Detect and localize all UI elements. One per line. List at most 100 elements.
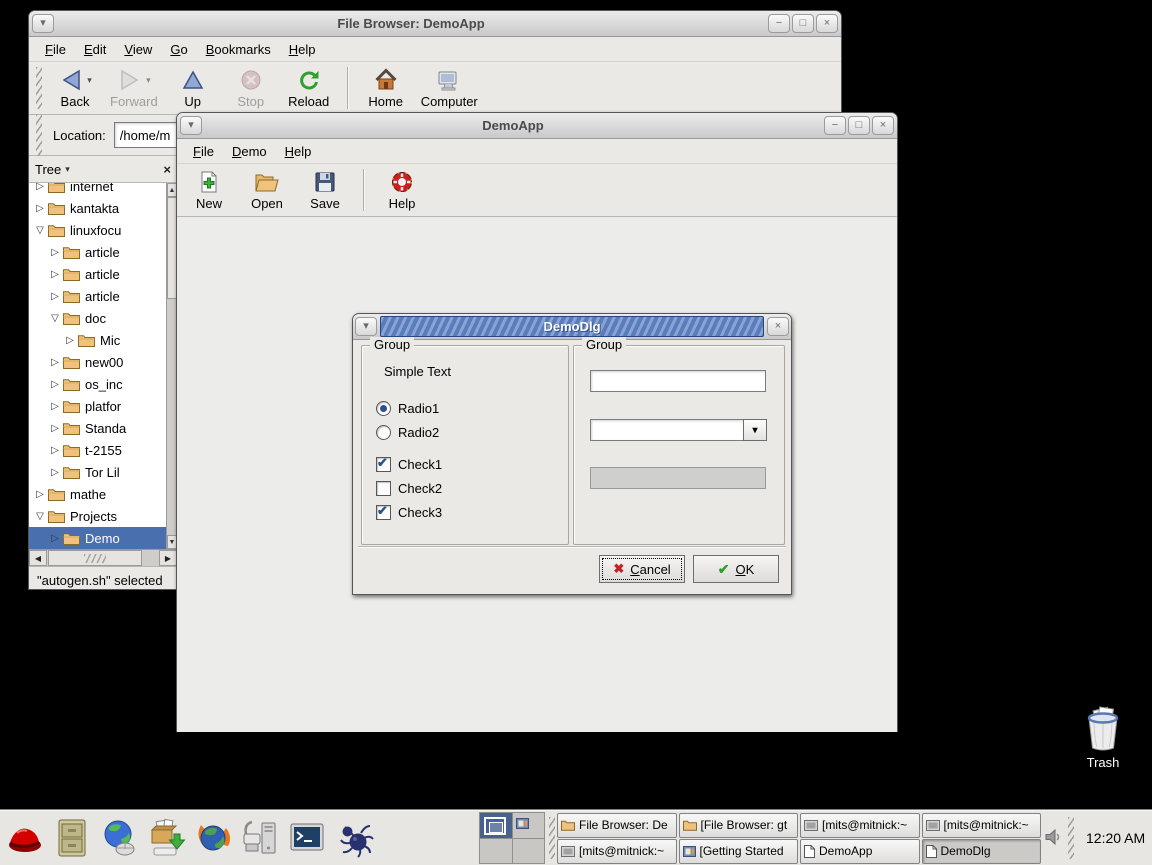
hardware-config-launcher-icon[interactable] [239, 815, 281, 861]
window-menu-icon[interactable]: ▾ [180, 116, 202, 135]
expander-collapsed-icon[interactable]: ▷ [48, 269, 62, 280]
taskbar-window-button[interactable]: [mits@mitnick:~ [800, 813, 920, 838]
checkbox-check2[interactable]: Check2 [376, 478, 442, 498]
expander-collapsed-icon[interactable]: ▷ [48, 379, 62, 390]
fb-menu-help[interactable]: Help [281, 40, 324, 59]
expander-collapsed-icon[interactable]: ▷ [63, 335, 77, 346]
da-save-button[interactable]: Save [297, 168, 353, 213]
radio-radio1[interactable]: Radio1 [376, 398, 439, 418]
tree-item[interactable]: ▷article [29, 285, 177, 307]
checkbox-check3[interactable]: ✔Check3 [376, 502, 442, 522]
demodlg-titlebar[interactable]: ▾ DemoDlg × [353, 314, 791, 340]
expander-expanded-icon[interactable]: ▽ [33, 511, 47, 522]
clock[interactable]: 12:20 AM [1086, 811, 1145, 865]
combo-entry[interactable] [590, 419, 744, 441]
tree-item[interactable]: ▷article [29, 241, 177, 263]
scroll-right-icon[interactable]: ▶ [159, 550, 177, 566]
file-manager-launcher-icon[interactable] [51, 815, 93, 861]
da-help-button[interactable]: Help [374, 168, 430, 213]
radio-radio2[interactable]: Radio2 [376, 422, 439, 442]
ok-button[interactable]: ✔ OK [693, 555, 779, 583]
expander-collapsed-icon[interactable]: ▷ [48, 291, 62, 302]
window-menu-icon[interactable]: ▾ [32, 14, 54, 33]
fb-menu-file[interactable]: File [37, 40, 74, 59]
expander-collapsed-icon[interactable]: ▷ [48, 357, 62, 368]
expander-expanded-icon[interactable]: ▽ [48, 313, 62, 324]
taskbar-window-button[interactable]: [mits@mitnick:~ [557, 839, 677, 864]
expander-collapsed-icon[interactable]: ▷ [48, 467, 62, 478]
mozilla-browser-launcher-icon[interactable] [192, 815, 234, 861]
tree-item[interactable]: ▷kantakta [29, 197, 177, 219]
expander-collapsed-icon[interactable]: ▷ [33, 183, 47, 192]
fb-menu-view[interactable]: View [116, 40, 160, 59]
expander-collapsed-icon[interactable]: ▷ [48, 445, 62, 456]
bug-reporter-launcher-icon[interactable] [333, 815, 375, 861]
da-menu-help[interactable]: Help [277, 142, 320, 161]
taskbar-window-button[interactable]: [Getting Started [679, 839, 799, 864]
combo-dropdown-icon[interactable]: ▾ [743, 419, 767, 441]
expander-expanded-icon[interactable]: ▽ [33, 225, 47, 236]
tree-item[interactable]: ▷article [29, 263, 177, 285]
tree-item[interactable]: ▷Demo [29, 527, 177, 549]
expander-collapsed-icon[interactable]: ▷ [48, 401, 62, 412]
tree-item[interactable]: ▽doc [29, 307, 177, 329]
workspace-2[interactable] [513, 813, 545, 838]
expander-collapsed-icon[interactable]: ▷ [33, 203, 47, 214]
da-new-button[interactable]: New [181, 168, 237, 213]
fb-menu-go[interactable]: Go [162, 40, 195, 59]
taskbar-window-button[interactable]: [mits@mitnick:~ [922, 813, 1042, 838]
tree-item[interactable]: ▷t-2155 [29, 439, 177, 461]
fb-reload-button[interactable]: Reload [281, 66, 337, 111]
expander-collapsed-icon[interactable]: ▷ [48, 247, 62, 258]
expander-collapsed-icon[interactable]: ▷ [48, 423, 62, 434]
fb-computer-button[interactable]: Computer [416, 66, 483, 111]
side-pane-close-icon[interactable]: × [163, 162, 171, 177]
tree-item[interactable]: ▷os_inc [29, 373, 177, 395]
text-entry[interactable] [590, 370, 766, 392]
scrollbar-thumb[interactable] [48, 550, 142, 566]
fb-menu-edit[interactable]: Edit [76, 40, 114, 59]
tree-item[interactable]: ▷Standa [29, 417, 177, 439]
close-button[interactable]: × [767, 317, 789, 336]
maximize-button[interactable]: □ [792, 14, 814, 33]
close-button[interactable]: × [872, 116, 894, 135]
workspace-3[interactable] [480, 839, 512, 864]
tree-item[interactable]: ▷Tor Lil [29, 461, 177, 483]
tree-item[interactable]: ▽Projects [29, 505, 177, 527]
panel-drag-handle[interactable] [1068, 817, 1074, 859]
workspace-1[interactable] [480, 813, 512, 838]
tree-item[interactable]: ▽linuxfocu [29, 219, 177, 241]
locationbar-drag-handle[interactable] [36, 114, 42, 156]
volume-icon[interactable] [1044, 829, 1062, 848]
file-browser-titlebar[interactable]: ▾ File Browser: DemoApp − □ × [29, 11, 841, 37]
expander-collapsed-icon[interactable]: ▷ [48, 533, 62, 544]
taskbar-window-button[interactable]: DemoDlg [922, 839, 1042, 864]
workspace-switcher[interactable] [479, 812, 545, 864]
web-browser-launcher-icon[interactable] [98, 815, 140, 861]
tree-item[interactable]: ▷mathe [29, 483, 177, 505]
tree-item[interactable]: ▷new00 [29, 351, 177, 373]
close-button[interactable]: × [816, 14, 838, 33]
minimize-button[interactable]: − [768, 14, 790, 33]
trash-desktop-icon[interactable]: Trash [1076, 706, 1130, 770]
tree-item[interactable]: ▷internet [29, 183, 177, 197]
terminal-launcher-icon[interactable] [286, 815, 328, 861]
expander-collapsed-icon[interactable]: ▷ [33, 489, 47, 500]
fb-back-button[interactable]: ▾Back [47, 66, 103, 111]
window-menu-icon[interactable]: ▾ [355, 317, 377, 336]
toolbar-drag-handle[interactable] [36, 67, 42, 109]
da-menu-demo[interactable]: Demo [224, 142, 275, 161]
checkbox-check1[interactable]: ✔Check1 [376, 454, 442, 474]
package-installer-launcher-icon[interactable] [145, 815, 187, 861]
minimize-button[interactable]: − [824, 116, 846, 135]
da-menu-file[interactable]: File [185, 142, 222, 161]
cancel-button[interactable]: ✖ Cancel [599, 555, 685, 583]
fb-up-button[interactable]: Up [165, 66, 221, 111]
fb-home-button[interactable]: Home [358, 66, 414, 111]
scroll-left-icon[interactable]: ◀ [29, 550, 47, 566]
fb-menu-bookmarks[interactable]: Bookmarks [198, 40, 279, 59]
red-hat-menu-launcher-icon[interactable] [4, 815, 46, 861]
demoapp-titlebar[interactable]: ▾ DemoApp − □ × [177, 113, 897, 139]
taskbar-window-button[interactable]: DemoApp [800, 839, 920, 864]
taskbar-window-button[interactable]: File Browser: De [557, 813, 677, 838]
